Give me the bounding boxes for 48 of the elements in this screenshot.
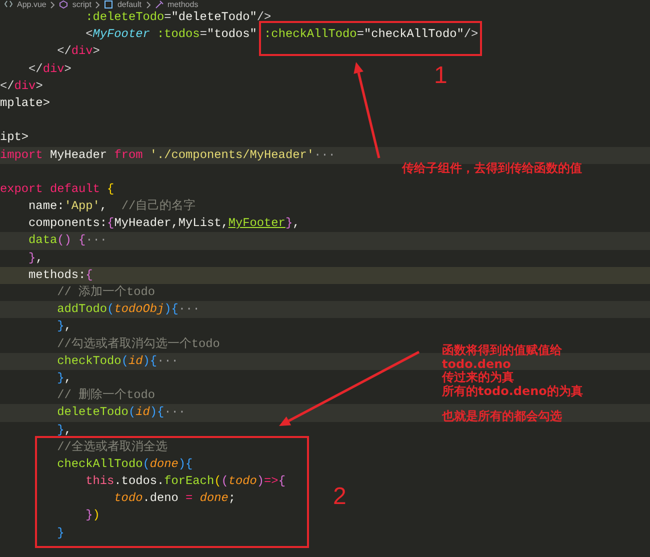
callout-number: 2	[333, 485, 346, 509]
cube-icon	[59, 0, 68, 9]
annotation-note: todo.deno	[442, 358, 512, 370]
annotation-note: 函数将得到的值赋值给	[442, 344, 563, 358]
code-line: components:{MyHeader,MyList,MyFooter},	[28, 215, 300, 232]
code-line: this.todos.forEach((todo)=>{	[84, 473, 286, 490]
code-line: methods:{	[28, 266, 93, 284]
breadcrumb-item[interactable]: App.vue	[17, 0, 46, 9]
code-line: :deleteTodo="deleteTodo"/>	[84, 9, 272, 26]
code-line: // 删除一个todo	[56, 387, 156, 404]
code-line: },	[56, 422, 72, 438]
chevron-icon	[146, 0, 151, 8]
annotation-note: 所有的todo.deno的为真	[442, 384, 583, 398]
code-line: mplate>	[0, 94, 50, 112]
chevron-icon	[95, 0, 100, 8]
callout-number: 1	[434, 64, 448, 88]
breadcrumb-item[interactable]: default	[117, 0, 142, 9]
code-line: </div>	[28, 60, 72, 78]
code-line: </div>	[56, 43, 100, 60]
code-line: },	[28, 250, 43, 267]
code-line: ipt>	[0, 129, 29, 146]
code-line: import MyHeader from './components/MyHeader'···	[0, 146, 336, 164]
code-line: <MyFooter :todos="todos" :checkAllTodo="checkAllTodo"/>	[84, 26, 478, 44]
breadcrumb-item[interactable]: script	[72, 0, 92, 9]
braces-icon	[4, 0, 13, 9]
code-line: name:'App', //自己的名字	[28, 198, 196, 216]
annotation-note: 也就是所有的都会勾选	[442, 410, 562, 424]
code-line: checkTodo(id){···	[56, 352, 178, 370]
code-line: </div>	[0, 78, 43, 95]
code-line: addTodo(todoObj){···	[56, 301, 200, 318]
code-line: // 添加一个todo	[56, 284, 156, 301]
code-line: },	[56, 370, 72, 387]
code-line: }	[56, 524, 64, 542]
code-line: //勾选或者取消勾选一个todo	[56, 336, 220, 353]
code-line: export default {	[0, 180, 114, 198]
code-line: checkAllTodo(done){	[56, 456, 193, 473]
breadcrumb-item[interactable]: methods	[168, 0, 198, 9]
code-line: todo.deno = done;	[113, 490, 236, 508]
code-line: })	[84, 507, 100, 524]
code-line: },	[56, 318, 72, 336]
box-icon	[104, 0, 114, 9]
annotation-note: 传给子组件，去得到传给函数的值	[402, 162, 582, 176]
code-line: deleteTodo(id){···	[56, 404, 186, 422]
chevron-icon	[50, 0, 56, 8]
code-line: data() {···	[28, 232, 108, 250]
annotation-note: 传过来的为真	[442, 371, 515, 384]
code-line: //全选或者取消全选	[56, 438, 168, 456]
wrench-icon	[154, 0, 164, 9]
